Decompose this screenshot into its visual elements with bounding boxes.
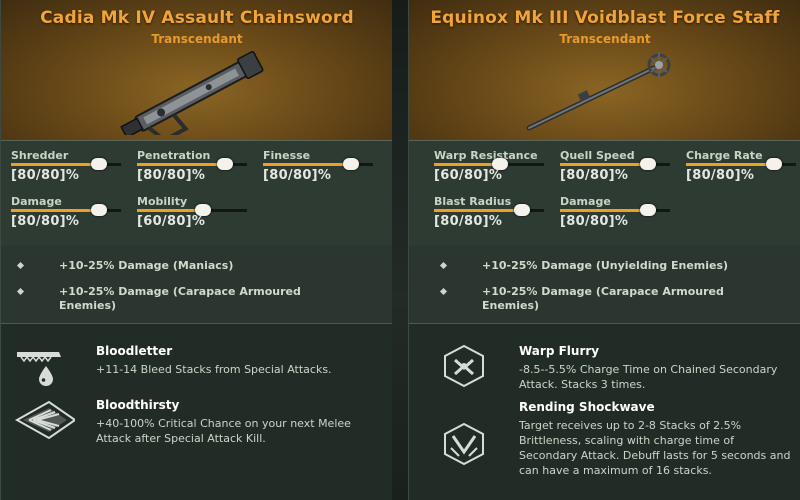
stat-label: Penetration [137,149,211,162]
stat-label: Damage [11,195,62,208]
stat-bar [434,158,544,170]
stat-value: [80/80]% [560,214,629,229]
perk-text: +10-25% Damage (Unyielding Enemies) [482,259,729,272]
force-staff-image [526,52,671,131]
weapon-card-force-staff[interactable]: Equinox Mk III Voidblast Force Staff Tra… [408,0,800,500]
stat-value: [80/80]% [686,168,755,183]
stat-bar-knob [91,158,107,170]
chainsword-image [120,51,264,135]
stat-bar-fill [560,209,648,212]
stat-bar-knob [91,204,107,216]
stat-mobility: Mobility [60/80]% [137,195,257,235]
stat-label: Finesse [263,149,311,162]
stat-bar [263,158,373,170]
perk-text: +10-25% Damage (Maniacs) [59,259,234,272]
blessing-list: Bloodletter +11-14 Bleed Stacks from Spe… [1,324,393,500]
stat-warp-resistance: Warp Resistance [60/80]% [434,149,554,189]
diamond-bullet-icon [439,287,448,296]
stat-bar [686,158,796,170]
rarity-label: Transcendant [151,32,243,46]
diamond-bullet-icon [16,261,25,270]
perk-list: +10-25% Damage (Maniacs) +10-25% Damage … [1,245,393,324]
weapon-title: Equinox Mk III Voidblast Force Staff [430,8,780,28]
blessing-name: Bloodletter [96,344,173,358]
stat-value: [80/80]% [263,168,332,183]
stat-value: [80/80]% [137,168,206,183]
blessing-list: Warp Flurry -8.5--5.5% Charge Time on Ch… [409,324,800,500]
stat-bar-fill [137,163,225,166]
rarity-label: Transcendant [559,32,651,46]
stat-bar-knob [766,158,782,170]
stat-panel: Warp Resistance [60/80]% Quell Speed [80… [409,140,800,246]
stat-bar [560,158,670,170]
blessing-description: Target receives up to 2-8 Stacks of 2.5%… [519,419,791,477]
perk-text: +10-25% Damage (Carapace Armoured Enemie… [59,285,301,312]
stat-quell-speed: Quell Speed [80/80]% [560,149,680,189]
stat-bar-fill [686,163,774,166]
stat-panel: Shredder [80/80]% Penetration [80/80]% F… [1,140,393,246]
bloodletter-icon [17,352,61,386]
stat-bar-knob [640,158,656,170]
stat-value: [60/80]% [434,168,503,183]
stat-finesse: Finesse [80/80]% [263,149,383,189]
stat-label: Blast Radius [434,195,512,208]
blessing-name: Warp Flurry [519,344,600,358]
card-divider [392,0,408,500]
perk-text: +10-25% Damage (Carapace Armoured Enemie… [482,285,724,312]
stat-bar-fill [263,163,351,166]
stat-label: Mobility [137,195,188,208]
rending-shockwave-icon [444,422,484,466]
stat-bar-fill [11,163,99,166]
weapon-title: Cadia Mk IV Assault Chainsword [40,8,354,28]
stat-bar [137,158,247,170]
stat-value: [80/80]% [11,168,80,183]
stat-label: Damage [560,195,611,208]
stat-bar-knob [343,158,359,170]
stat-bar [11,158,121,170]
weapon-card-chainsword[interactable]: Cadia Mk IV Assault Chainsword Transcend… [0,0,394,500]
stat-value: [80/80]% [560,168,629,183]
stat-shredder: Shredder [80/80]% [11,149,131,189]
stat-penetration: Penetration [80/80]% [137,149,257,189]
bloodthirsty-icon [14,400,75,440]
diamond-bullet-icon [439,261,448,270]
stat-label: Charge Rate [686,149,763,162]
stat-blast-radius: Blast Radius [80/80]% [434,195,554,235]
stat-bar-knob [640,204,656,216]
stat-bar-fill [434,209,522,212]
card-header: Equinox Mk III Voidblast Force Staff Tra… [409,0,800,140]
blessing-name: Rending Shockwave [519,400,655,414]
stat-label: Shredder [11,149,69,162]
stat-bar [434,204,544,216]
stat-value: [80/80]% [434,214,503,229]
stat-charge-rate: Charge Rate [80/80]% [686,149,800,189]
stat-damage: Damage [80/80]% [560,195,680,235]
warp-flurry-icon [444,344,484,388]
stat-bar-fill [560,163,648,166]
stat-damage: Damage [80/80]% [11,195,131,235]
card-header: Cadia Mk IV Assault Chainsword Transcend… [1,0,393,140]
stat-bar-fill [11,209,99,212]
perk-list: +10-25% Damage (Unyielding Enemies) +10-… [409,245,800,324]
blessing-description: +40-100% Critical Chance on your next Me… [96,417,351,445]
stat-bar [11,204,121,216]
blessing-description: -8.5--5.5% Charge Time on Chained Second… [519,363,778,391]
stat-value: [60/80]% [137,214,206,229]
stat-bar [137,204,247,216]
stat-bar-fill [434,163,500,166]
blessing-description: +11-14 Bleed Stacks from Special Attacks… [96,363,332,376]
stat-label: Quell Speed [560,149,635,162]
stat-label: Warp Resistance [434,149,538,162]
stat-bar-knob [514,204,530,216]
blessing-name: Bloodthirsty [96,398,180,412]
stat-value: [80/80]% [11,214,80,229]
diamond-bullet-icon [16,287,25,296]
stat-bar-fill [137,209,203,212]
stat-bar [560,204,670,216]
stat-bar-knob [217,158,233,170]
